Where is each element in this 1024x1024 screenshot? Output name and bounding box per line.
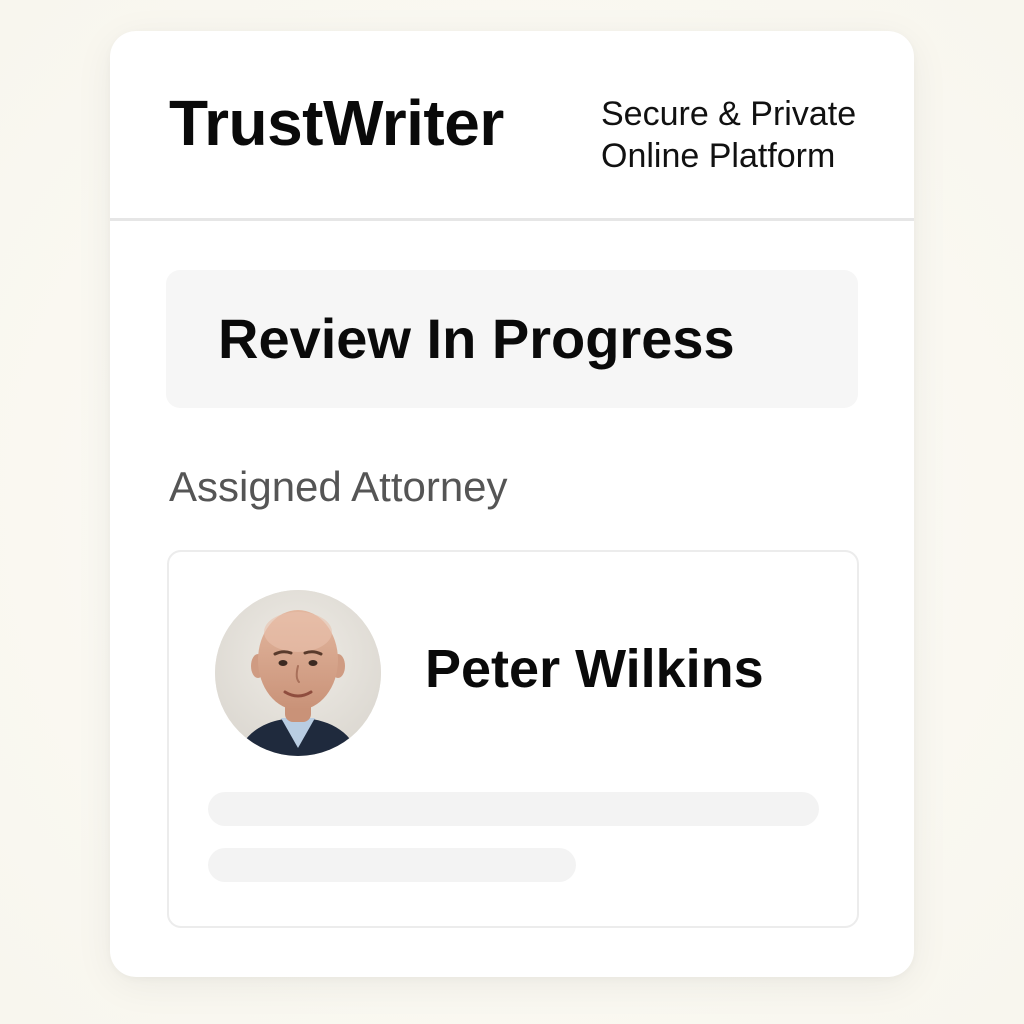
- tagline-line-1: Secure & Private: [601, 95, 857, 133]
- brand-logo: TrustWriter: [169, 87, 504, 159]
- placeholder-line-1: [208, 792, 819, 826]
- person-photo-icon: [215, 590, 381, 756]
- tagline-line-2: Online Platform: [601, 137, 836, 175]
- page-background: TrustWriter Secure & Private Online Plat…: [0, 0, 1024, 1024]
- main-card: TrustWriter Secure & Private Online Plat…: [110, 31, 914, 977]
- status-banner: Review In Progress: [166, 270, 858, 408]
- header: TrustWriter Secure & Private Online Plat…: [110, 31, 914, 221]
- assigned-attorney-heading: Assigned Attorney: [169, 463, 508, 510]
- tagline: Secure & Private Online Platform: [601, 93, 856, 177]
- avatar: [215, 590, 381, 756]
- status-label: Review In Progress: [218, 307, 735, 370]
- placeholder-line-2: [208, 848, 576, 882]
- attorney-name: Peter Wilkins: [425, 639, 764, 699]
- attorney-card[interactable]: Peter Wilkins: [167, 550, 859, 928]
